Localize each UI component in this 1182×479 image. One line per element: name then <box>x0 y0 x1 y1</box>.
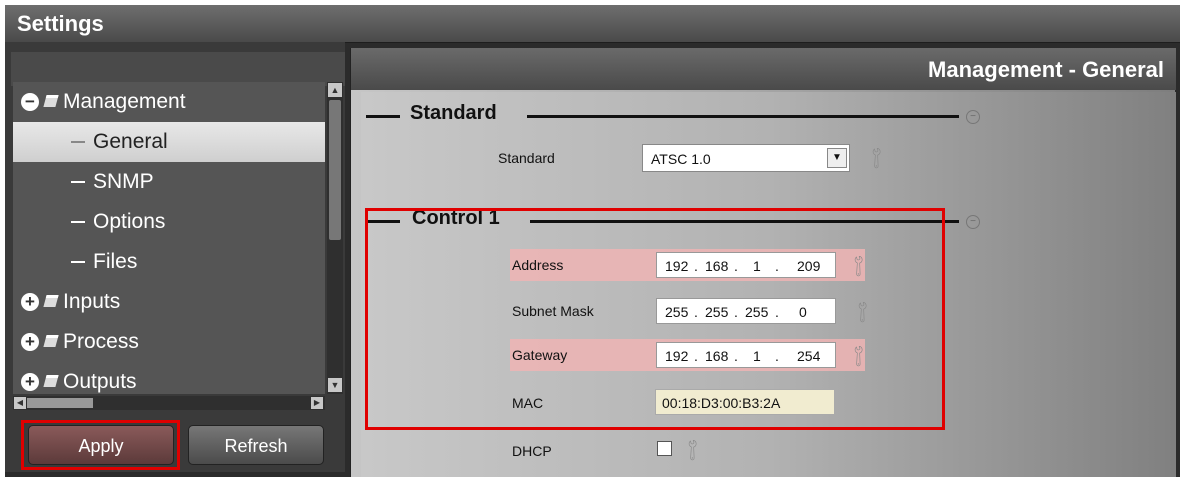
tree-item-label: Files <box>93 250 138 273</box>
standard-label: Standard <box>498 150 555 166</box>
group-line <box>527 115 959 118</box>
chevron-down-icon[interactable]: ▼ <box>827 148 847 168</box>
scroll-down-icon[interactable]: ▼ <box>328 378 342 392</box>
scrollbar-thumb[interactable] <box>27 398 93 408</box>
tree-item-label: Process <box>63 330 139 353</box>
scroll-left-icon[interactable]: ◀ <box>14 397 26 409</box>
window-title: Settings <box>17 11 104 36</box>
scroll-right-icon[interactable]: ▶ <box>311 397 323 409</box>
folder-cube-icon <box>43 335 59 347</box>
panel-title: Management - General <box>928 57 1164 82</box>
tree-item-general[interactable]: General <box>13 122 325 162</box>
standard-group-title: Standard <box>410 102 497 124</box>
minus-circle-icon[interactable]: − <box>21 93 39 111</box>
folder-cube-icon <box>43 95 59 107</box>
tree-branch-dash <box>71 221 85 223</box>
tree-branch-dash <box>71 261 85 263</box>
scrollbar-thumb[interactable] <box>329 100 341 240</box>
settings-tree: − Management General SNMP Options Files … <box>13 82 325 394</box>
plus-circle-icon[interactable]: + <box>21 293 39 311</box>
collapse-icon[interactable]: − <box>966 110 980 124</box>
navigation-header <box>11 52 345 86</box>
tree-horizontal-scrollbar[interactable]: ◀ ▶ <box>13 396 325 410</box>
tree-item-snmp[interactable]: SNMP <box>13 162 325 202</box>
folder-cube-icon <box>43 295 59 307</box>
tree-item-label: Options <box>93 210 166 233</box>
scroll-up-icon[interactable]: ▲ <box>328 83 342 97</box>
panel-header: Management - General <box>351 48 1176 90</box>
tree-item-outputs[interactable]: + Outputs <box>13 362 325 394</box>
apply-highlight-box <box>21 420 180 470</box>
standard-select[interactable]: ATSC 1.0 ▼ <box>642 144 850 172</box>
tree-vertical-scrollbar[interactable]: ▲ ▼ <box>327 82 343 394</box>
tree-item-process[interactable]: + Process <box>13 322 325 362</box>
tree-item-label: Outputs <box>63 370 137 393</box>
tree-branch-dash <box>71 181 85 183</box>
standard-select-value: ATSC 1.0 <box>651 151 711 167</box>
dhcp-checkbox[interactable] <box>657 441 672 456</box>
tree-item-management[interactable]: − Management <box>13 82 325 122</box>
group-line <box>366 115 400 118</box>
refresh-button[interactable]: Refresh <box>188 425 324 465</box>
tree-item-inputs[interactable]: + Inputs <box>13 282 325 322</box>
control-group-highlight-box <box>365 208 945 430</box>
tree-item-label: General <box>93 130 168 153</box>
tree-item-options[interactable]: Options <box>13 202 325 242</box>
tree-item-files[interactable]: Files <box>13 242 325 282</box>
folder-cube-icon <box>43 375 59 387</box>
plus-circle-icon[interactable]: + <box>21 333 39 351</box>
tree-branch-dash <box>71 141 85 143</box>
collapse-icon[interactable]: − <box>966 215 980 229</box>
plus-circle-icon[interactable]: + <box>21 373 39 391</box>
dhcp-label: DHCP <box>512 443 552 459</box>
tree-item-label: SNMP <box>93 170 154 193</box>
tree-item-label: Inputs <box>63 290 121 313</box>
title-bar: Settings <box>5 5 1180 43</box>
tree-item-label: Management <box>63 90 186 113</box>
